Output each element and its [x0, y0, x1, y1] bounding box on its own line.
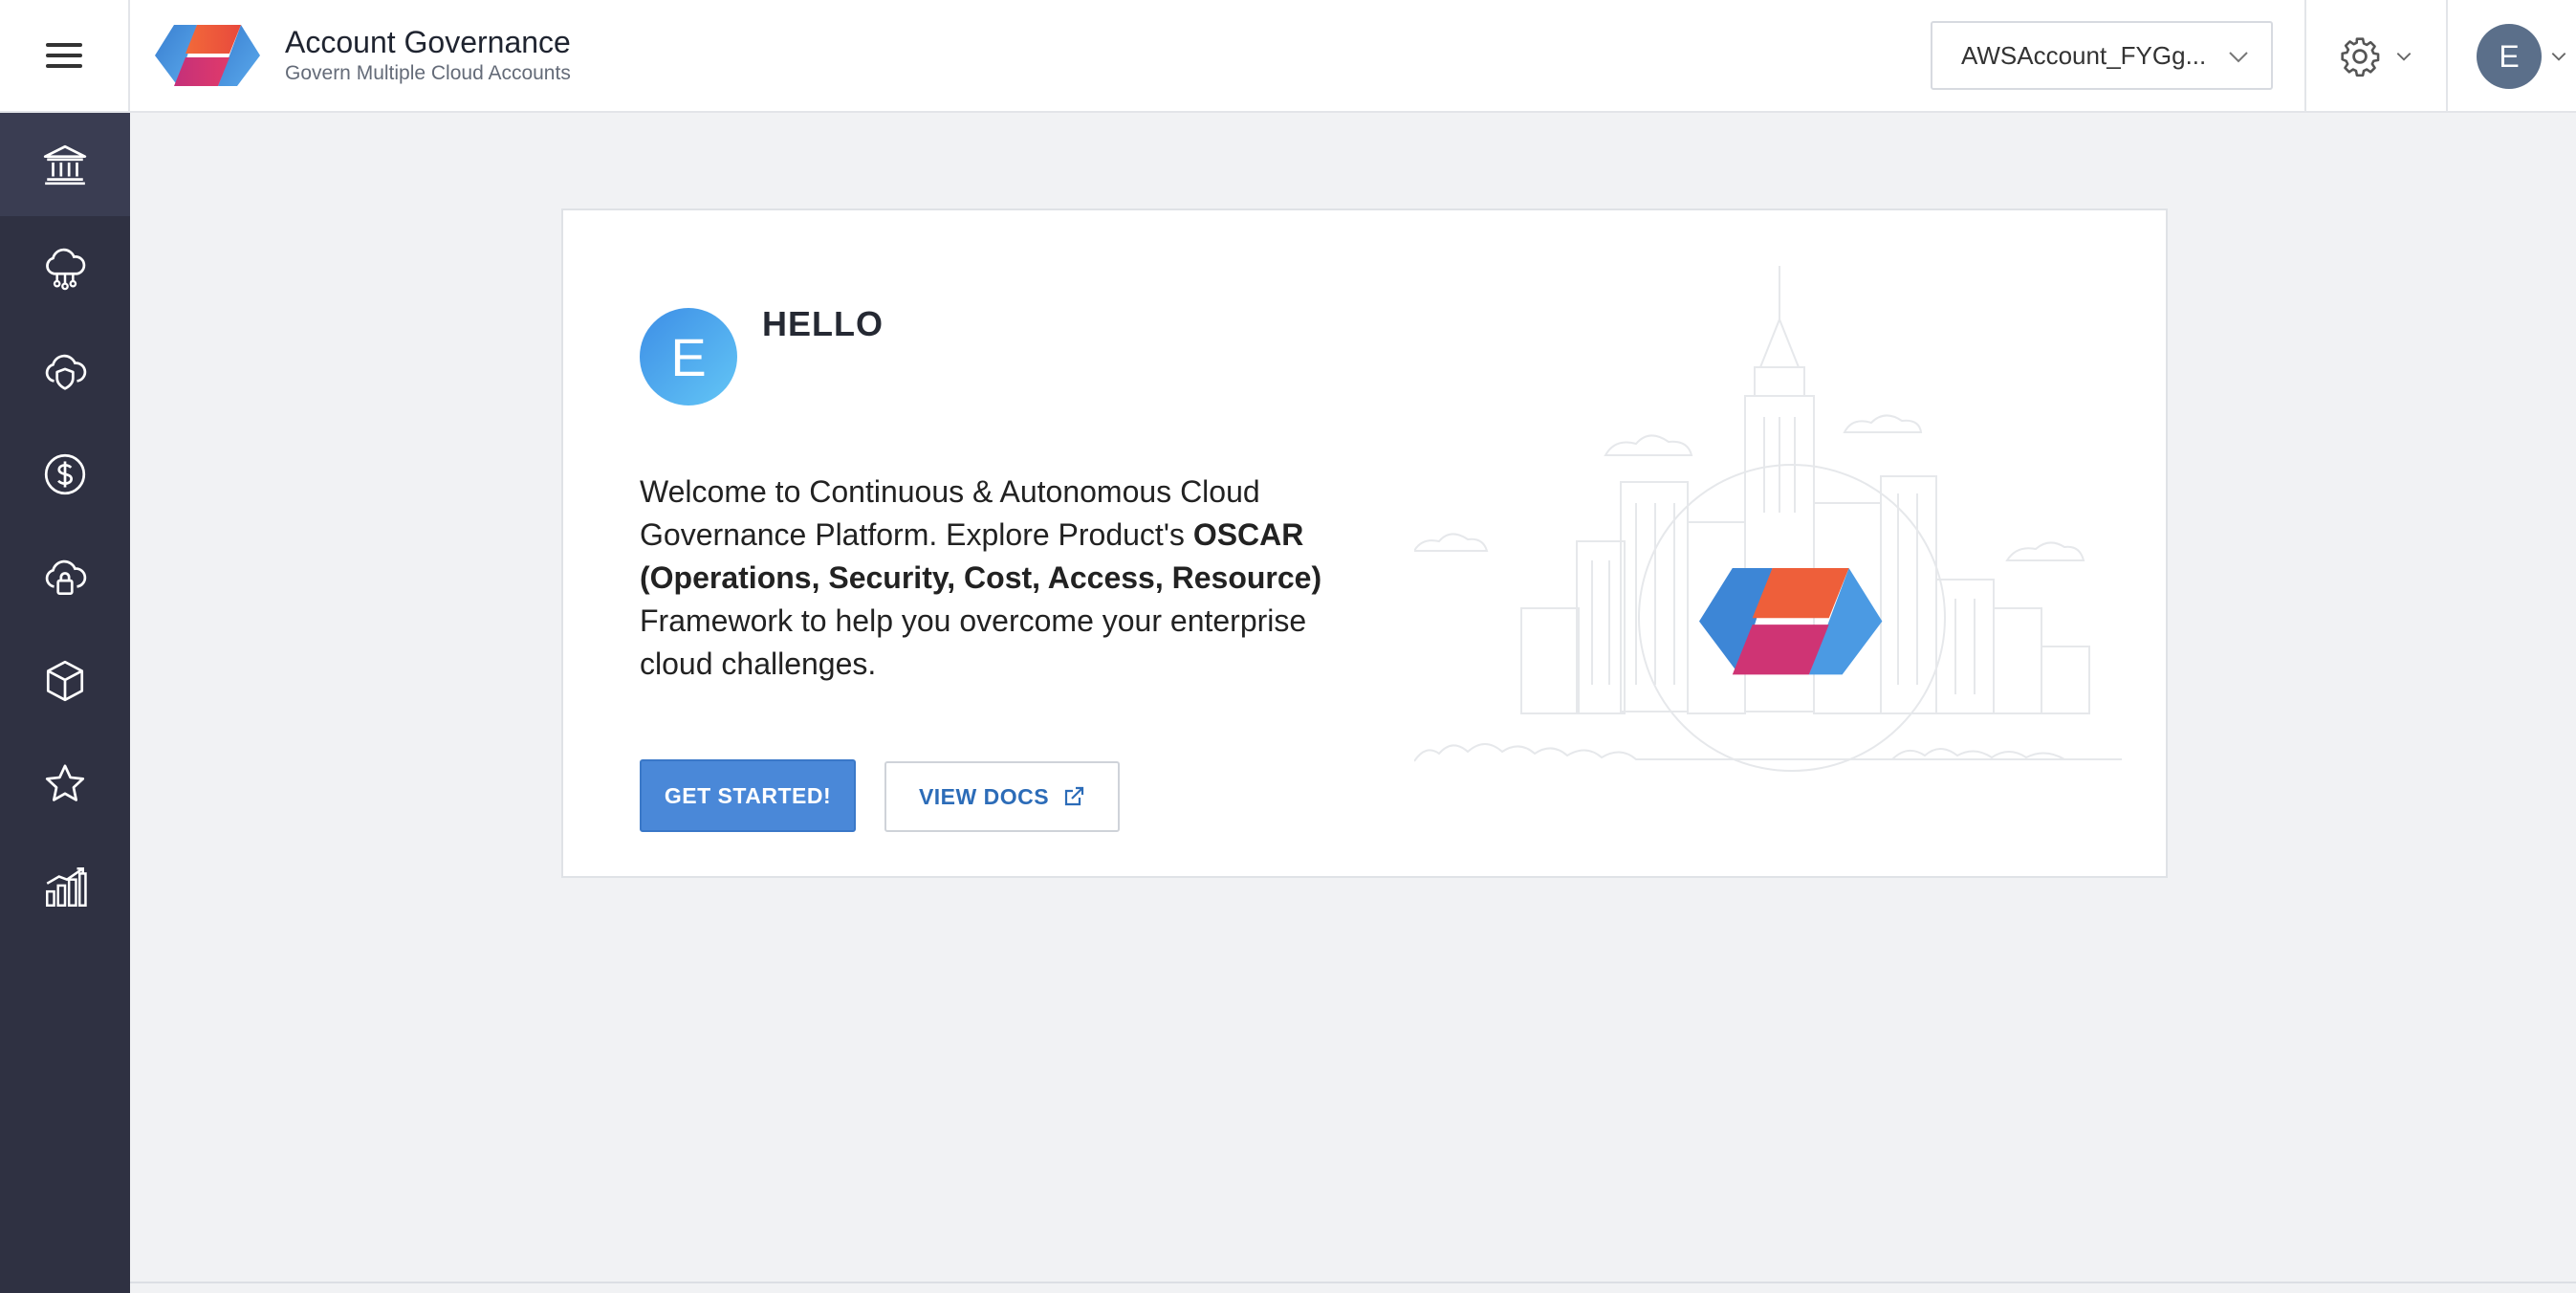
settings-menu-button[interactable]	[2304, 0, 2448, 113]
account-selector-value: AWSAccount_FYGg...	[1961, 40, 2207, 70]
sidebar	[0, 113, 130, 1293]
hamburger-icon	[46, 43, 82, 68]
sidebar-item-favorites[interactable]	[0, 733, 130, 836]
external-link-icon	[1064, 786, 1084, 806]
footer-divider	[130, 1282, 2576, 1283]
sidebar-item-reports[interactable]	[0, 836, 130, 939]
sidebar-item-governance[interactable]	[0, 113, 130, 216]
greeting-heading: HELLO	[762, 304, 884, 343]
get-started-button[interactable]: GET STARTED!	[640, 759, 856, 832]
brand[interactable]: Account Governance Govern Multiple Cloud…	[155, 24, 571, 87]
cloud-lock-icon	[45, 559, 87, 596]
chevron-down-icon	[2396, 53, 2412, 61]
menu-toggle-button[interactable]	[0, 0, 130, 112]
welcome-card: E HELLO Welcome to Continuous & Autonomo…	[561, 208, 2168, 878]
user-menu-button[interactable]: E	[2448, 0, 2576, 113]
gear-icon	[2341, 37, 2380, 77]
app-title: Account Governance	[285, 25, 571, 59]
star-icon	[45, 764, 85, 801]
top-header: Account Governance Govern Multiple Cloud…	[0, 0, 2576, 113]
welcome-text-part2: Framework to help you overcome your ente…	[640, 603, 1307, 681]
sidebar-item-cost[interactable]	[0, 423, 130, 526]
bar-chart-icon	[46, 866, 87, 907]
cube-icon	[46, 660, 84, 702]
chevron-down-icon	[2551, 53, 2566, 61]
welcome-text-part1: Welcome to Continuous & Autonomous Cloud…	[640, 474, 1260, 552]
welcome-text: Welcome to Continuous & Autonomous Cloud…	[640, 471, 1366, 686]
app-logo-icon	[155, 25, 260, 86]
view-docs-label: VIEW DOCS	[918, 783, 1050, 809]
governance-icon	[43, 144, 87, 186]
cloud-shield-icon	[45, 354, 87, 390]
sidebar-item-security[interactable]	[0, 319, 130, 423]
app-subtitle: Govern Multiple Cloud Accounts	[285, 62, 571, 84]
chevron-down-icon	[2229, 52, 2248, 63]
sidebar-item-resource[interactable]	[0, 629, 130, 733]
avatar: E	[2477, 24, 2542, 89]
welcome-avatar: E	[640, 308, 737, 405]
dollar-icon	[44, 453, 86, 495]
sidebar-item-operations[interactable]	[0, 216, 130, 319]
view-docs-button[interactable]: VIEW DOCS	[884, 761, 1120, 832]
cloud-network-icon	[46, 248, 86, 291]
sidebar-item-access[interactable]	[0, 526, 130, 629]
city-skyline-illustration	[1414, 266, 2122, 772]
account-selector[interactable]: AWSAccount_FYGg...	[1931, 21, 2273, 90]
